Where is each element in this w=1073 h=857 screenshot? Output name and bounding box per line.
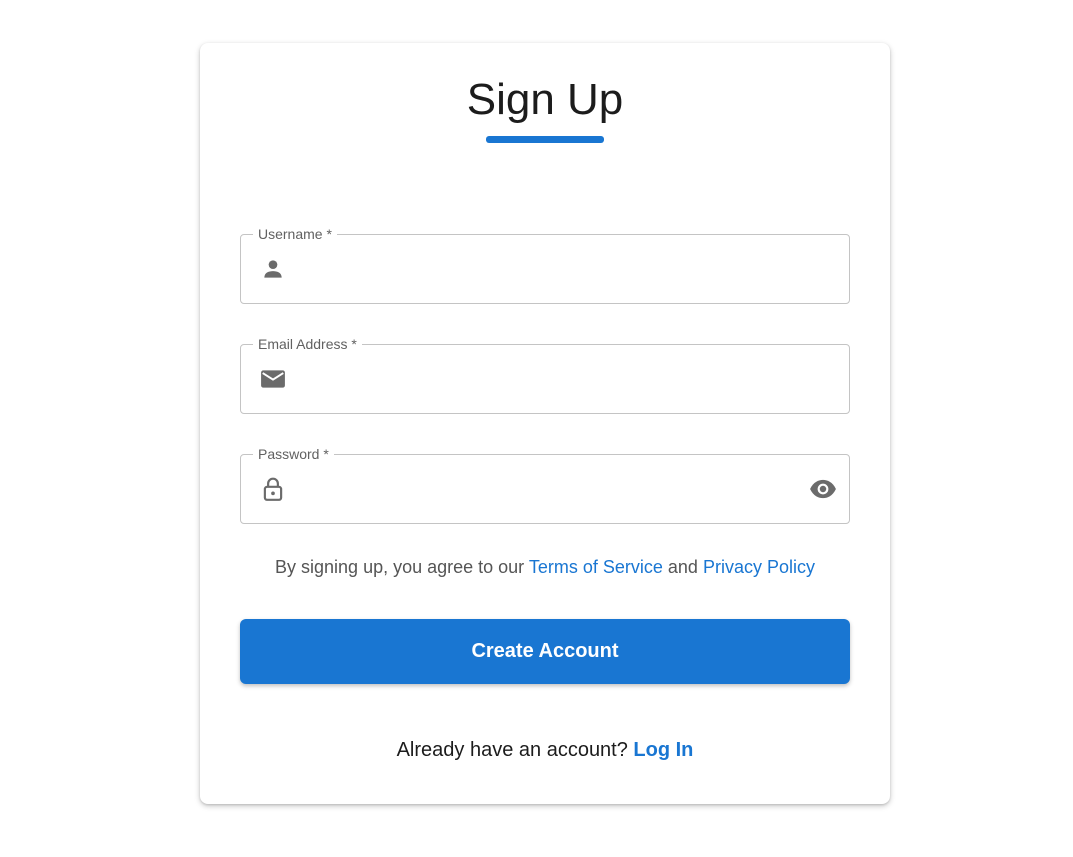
terms-of-service-link[interactable]: Terms of Service bbox=[529, 557, 663, 577]
login-prompt-text: Already have an account? bbox=[396, 739, 634, 761]
lock-icon bbox=[263, 477, 283, 501]
log-in-link[interactable]: Log In bbox=[633, 739, 693, 761]
password-input[interactable] bbox=[303, 455, 803, 523]
username-field[interactable]: Username * bbox=[240, 224, 850, 304]
page-title: Sign Up bbox=[466, 75, 624, 124]
email-input[interactable] bbox=[303, 345, 803, 413]
terms-joiner: and bbox=[662, 557, 703, 577]
password-field[interactable]: Password * bbox=[240, 444, 850, 524]
eye-icon[interactable] bbox=[809, 476, 837, 502]
terms-notice: By signing up, you agree to our Terms of… bbox=[200, 555, 890, 579]
title-underline bbox=[486, 136, 604, 143]
terms-prefix: By signing up, you agree to our bbox=[275, 557, 529, 577]
signup-card: Sign Up Username * Email Address * Passw… bbox=[200, 43, 890, 804]
person-icon bbox=[264, 260, 282, 278]
username-input[interactable] bbox=[303, 235, 803, 303]
login-prompt: Already have an account? Log In bbox=[200, 737, 890, 763]
create-account-button[interactable]: Create Account bbox=[240, 619, 850, 684]
email-field[interactable]: Email Address * bbox=[240, 334, 850, 414]
email-icon bbox=[261, 370, 285, 388]
privacy-policy-link[interactable]: Privacy Policy bbox=[703, 557, 815, 577]
